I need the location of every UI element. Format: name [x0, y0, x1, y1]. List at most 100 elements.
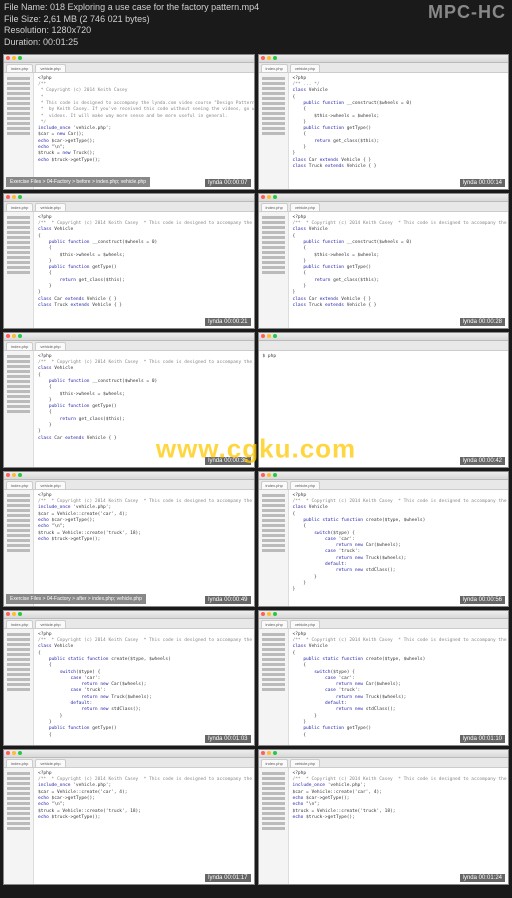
- thumbnail[interactable]: index.phpvehicle.php<?php/** * Copyright…: [258, 749, 510, 885]
- project-sidebar: [4, 351, 34, 467]
- window-titlebar: [4, 194, 254, 202]
- editor-tab: vehicle.php: [290, 759, 320, 767]
- terminal-pane: $ php: [259, 351, 509, 467]
- editor-tab: vehicle.php: [35, 342, 65, 350]
- close-icon: [6, 195, 10, 199]
- code-editor: <?php/** * Copyright (c) 2014 Keith Case…: [34, 73, 254, 189]
- editor-body: <?php/** * Copyright (c) 2014 Keith Case…: [4, 73, 254, 189]
- editor-body: <?php/** * Copyright (c) 2014 Keith Case…: [259, 629, 509, 745]
- thumbnail[interactable]: index.phpvehicle.php<?php/** * Copyright…: [3, 471, 255, 607]
- resolution-label: Resolution:: [4, 25, 49, 35]
- close-icon: [261, 612, 265, 616]
- close-icon: [6, 612, 10, 616]
- thumbnail[interactable]: index.phpvehicle.php<?php/** * Copyright…: [3, 610, 255, 746]
- editor-tab: vehicle.php: [35, 203, 65, 211]
- project-sidebar: [259, 629, 289, 745]
- thumbnail[interactable]: index.phpvehicle.php<?php/** * Copyright…: [3, 54, 255, 190]
- thumbnail[interactable]: index.phpvehicle.php<?php/** ... */class…: [258, 54, 510, 190]
- editor-tab: vehicle.php: [290, 203, 320, 211]
- editor-tabs: index.phpvehicle.php: [4, 341, 254, 351]
- window-titlebar: [4, 750, 254, 758]
- resolution-value: 1280x720: [52, 25, 92, 35]
- terminal-tabs: [259, 341, 509, 351]
- editor-body: <?php/** * Copyright (c) 2014 Keith Case…: [4, 490, 254, 606]
- code-editor: <?php/** * Copyright (c) 2014 Keith Case…: [289, 768, 509, 884]
- editor-body: <?php/** * Copyright (c) 2014 Keith Case…: [4, 212, 254, 328]
- code-editor: <?php/** * Copyright (c) 2014 Keith Case…: [289, 629, 509, 745]
- editor-body: <?php/** * Copyright (c) 2014 Keith Case…: [259, 212, 509, 328]
- window-titlebar: [259, 55, 509, 63]
- minimize-icon: [12, 56, 16, 60]
- close-icon: [261, 334, 265, 338]
- close-icon: [6, 473, 10, 477]
- code-editor: <?php/** * Copyright (c) 2014 Keith Case…: [34, 212, 254, 328]
- window-titlebar: [259, 750, 509, 758]
- file-size-label: File Size:: [4, 14, 41, 24]
- thumbnail-grid: index.phpvehicle.php<?php/** * Copyright…: [0, 51, 512, 888]
- timestamp-overlay: lynda 00:00:42: [460, 457, 505, 465]
- window-titlebar: [259, 472, 509, 480]
- maximize-icon: [18, 334, 22, 338]
- editor-tab: index.php: [6, 64, 33, 72]
- minimize-icon: [12, 195, 16, 199]
- editor-tabs: index.phpvehicle.php: [4, 63, 254, 73]
- editor-tab: index.php: [6, 342, 33, 350]
- thumbnail[interactable]: $ phplynda 00:00:42: [258, 332, 510, 468]
- editor-tabs: index.phpvehicle.php: [259, 619, 509, 629]
- duration-label: Duration:: [4, 37, 41, 47]
- editor-tab: index.php: [261, 203, 288, 211]
- editor-tab: index.php: [261, 759, 288, 767]
- minimize-icon: [267, 56, 271, 60]
- thumbnail[interactable]: index.phpvehicle.php<?php/** * Copyright…: [3, 749, 255, 885]
- minimize-icon: [267, 612, 271, 616]
- thumbnail[interactable]: index.phpvehicle.php<?php/** * Copyright…: [258, 471, 510, 607]
- editor-tabs: index.phpvehicle.php: [259, 480, 509, 490]
- editor-tabs: index.phpvehicle.php: [259, 63, 509, 73]
- editor-body: <?php/** * Copyright (c) 2014 Keith Case…: [259, 768, 509, 884]
- editor-tab: vehicle.php: [35, 759, 65, 767]
- project-sidebar: [4, 768, 34, 884]
- maximize-icon: [273, 751, 277, 755]
- window-titlebar: [4, 55, 254, 63]
- minimize-icon: [267, 195, 271, 199]
- timestamp-overlay: lynda 00:01:24: [460, 874, 505, 882]
- timestamp-overlay: lynda 00:00:14: [460, 179, 505, 187]
- thumbnail[interactable]: index.phpvehicle.php<?php/** * Copyright…: [258, 193, 510, 329]
- editor-tabs: index.phpvehicle.php: [259, 758, 509, 768]
- project-sidebar: [259, 73, 289, 189]
- editor-tab: vehicle.php: [35, 481, 65, 489]
- timestamp-overlay: lynda 00:01:17: [205, 874, 250, 882]
- editor-tab: vehicle.php: [290, 620, 320, 628]
- editor-body: <?php/** ... */class Vehicle{ public fun…: [259, 73, 509, 189]
- timestamp-overlay: lynda 00:01:03: [205, 735, 250, 743]
- thumbnail[interactable]: index.phpvehicle.php<?php/** * Copyright…: [3, 193, 255, 329]
- window-titlebar: [4, 333, 254, 341]
- editor-tabs: index.phpvehicle.php: [4, 619, 254, 629]
- minimize-icon: [12, 473, 16, 477]
- maximize-icon: [18, 195, 22, 199]
- duration-row: Duration: 00:01:25: [4, 37, 508, 49]
- code-editor: <?php/** * Copyright (c) 2014 Keith Case…: [34, 768, 254, 884]
- minimize-icon: [12, 751, 16, 755]
- maximize-icon: [18, 751, 22, 755]
- editor-tab: index.php: [6, 759, 33, 767]
- project-sidebar: [259, 212, 289, 328]
- close-icon: [261, 751, 265, 755]
- maximize-icon: [273, 195, 277, 199]
- maximize-icon: [18, 473, 22, 477]
- maximize-icon: [273, 56, 277, 60]
- window-titlebar: [259, 194, 509, 202]
- window-titlebar: [259, 333, 509, 341]
- editor-tab: index.php: [261, 64, 288, 72]
- info-header: MPC-HC File Name: 018 Exploring a use ca…: [0, 0, 512, 51]
- editor-tabs: index.phpvehicle.php: [4, 758, 254, 768]
- editor-body: <?php/** * Copyright (c) 2014 Keith Case…: [4, 351, 254, 467]
- thumbnail[interactable]: index.phpvehicle.php<?php/** * Copyright…: [3, 332, 255, 468]
- duration-value: 00:01:25: [43, 37, 78, 47]
- timestamp-overlay: lynda 00:00:35: [205, 457, 250, 465]
- project-sidebar: [4, 73, 34, 189]
- breadcrumb: Exercise Files > 04-Factory > before > i…: [6, 177, 150, 187]
- thumbnail[interactable]: index.phpvehicle.php<?php/** * Copyright…: [258, 610, 510, 746]
- code-editor: <?php/** * Copyright (c) 2014 Keith Case…: [289, 212, 509, 328]
- maximize-icon: [273, 334, 277, 338]
